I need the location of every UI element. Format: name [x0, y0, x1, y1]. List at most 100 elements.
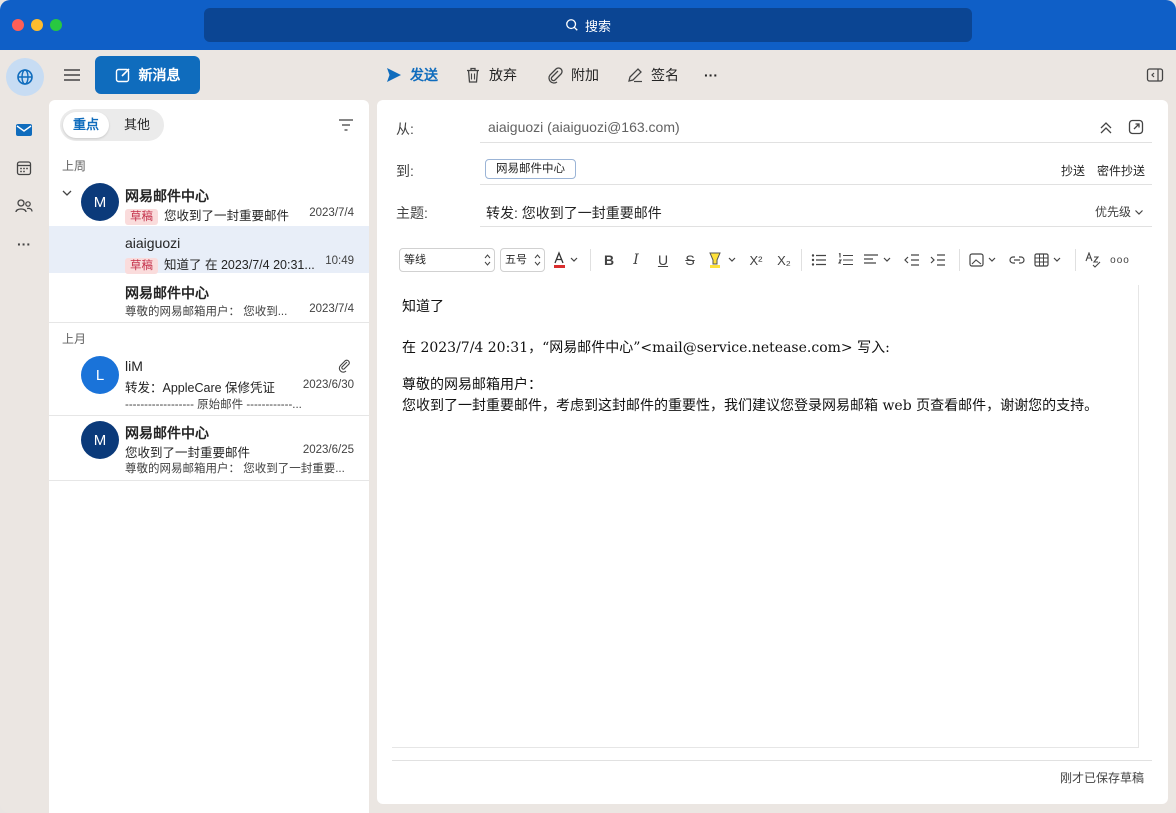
zoom-window-button[interactable] [50, 19, 62, 31]
table-icon [1034, 253, 1061, 267]
tab-other[interactable]: 其他 [114, 112, 160, 138]
list-item[interactable]: M 网易邮件中心 您收到了一封重要邮件 2023/6/25 尊敬的网易邮箱用户：… [49, 416, 369, 480]
calendar-app-button[interactable] [14, 158, 34, 178]
new-message-button[interactable]: 新消息 [95, 56, 200, 94]
more-actions-button[interactable]: ··· [704, 64, 718, 86]
body-line: 在 2023/7/4 20:31，“网易邮件中心”<mail@service.n… [402, 340, 890, 356]
underline-icon: U [657, 252, 669, 268]
superscript-button[interactable]: X² [747, 251, 765, 269]
highlight-button[interactable] [707, 251, 739, 269]
bcc-button[interactable]: 密件抄送 [1097, 162, 1145, 179]
align-button[interactable] [863, 251, 895, 269]
insert-table-button[interactable] [1034, 251, 1066, 269]
divider [480, 226, 1152, 227]
divider [590, 249, 591, 271]
decrease-indent-button[interactable] [903, 251, 921, 269]
globe-app-button[interactable] [6, 58, 44, 96]
list-item[interactable]: M 网易邮件中心 草稿 您收到了一封重要邮件 2023/7/4 [49, 177, 369, 225]
discard-button[interactable]: 放弃 [464, 64, 517, 86]
tab-focused[interactable]: 重点 [63, 112, 109, 138]
chevron-up-double-icon[interactable] [1098, 120, 1114, 136]
subscript-button[interactable]: X₂ [775, 251, 793, 269]
subscript-icon: X₂ [777, 252, 791, 268]
insert-link-button[interactable] [1008, 251, 1026, 269]
save-status: 刚才已保存草稿 [1059, 771, 1144, 785]
picture-icon [969, 253, 996, 267]
send-button[interactable]: 发送 [385, 64, 438, 86]
font-name-select[interactable]: 等线 [399, 248, 495, 272]
strikethrough-button[interactable]: S [681, 251, 699, 269]
paperclip-icon [548, 67, 563, 84]
compose-pane: 从: aiaiguozi (aiaiguozi@163.com) 到: 网易邮件… [377, 100, 1168, 804]
numbered-list-button[interactable] [837, 251, 855, 269]
list-item[interactable]: aiaiguozi 草稿 知道了 在 2023/7/4 20:31... 10:4… [49, 226, 369, 274]
chevron-down-icon[interactable] [61, 187, 73, 199]
bullet-list-icon [811, 254, 826, 266]
recipient-chip[interactable]: 网易邮件中心 [485, 159, 576, 179]
cc-button[interactable]: 抄送 [1061, 162, 1085, 179]
chevron-down-icon [1135, 209, 1143, 215]
mail-date: 2023/6/25 [302, 444, 354, 456]
mail-subject: 您收到了一封重要邮件 [164, 209, 290, 223]
underline-button[interactable]: U [654, 251, 672, 269]
priority-dropdown[interactable]: 优先级 [1095, 203, 1144, 220]
avatar: M [81, 183, 119, 221]
send-icon [387, 68, 401, 82]
people-icon [15, 199, 33, 213]
mail-sender: liM [125, 358, 143, 374]
divider [1075, 249, 1076, 271]
increase-indent-button[interactable] [929, 251, 947, 269]
spelling-button[interactable] [1084, 251, 1102, 269]
mail-sender: 网易邮件中心 [125, 285, 209, 301]
mail-date: 2023/7/4 [309, 303, 354, 315]
compose-icon [115, 68, 130, 83]
mail-app-button[interactable] [14, 120, 34, 140]
signature-button[interactable]: 签名 [626, 64, 679, 86]
bold-icon: B [603, 252, 615, 268]
insert-picture-button[interactable] [969, 251, 1001, 269]
decrease-indent-icon [904, 254, 919, 266]
more-apps-button[interactable]: ··· [14, 234, 34, 254]
collapse-pane-icon[interactable] [1146, 66, 1164, 84]
more-format-button[interactable]: ooo [1110, 251, 1130, 269]
body-line: 您收到了一封重要邮件，考虑到这封邮件的重要性，我们建议您登录网易邮箱 web 页… [402, 398, 1099, 414]
divider [392, 760, 1152, 761]
font-color-button[interactable] [552, 251, 582, 269]
search-box[interactable]: 搜索 [204, 8, 972, 42]
app-rail: ··· [0, 50, 48, 813]
divider [49, 322, 369, 323]
mail-subject: 知道了 在 2023/7/4 20:31... [164, 258, 315, 272]
mail-date: 10:49 [325, 255, 354, 267]
mail-subject-line: 草稿 您收到了一封重要邮件 [125, 205, 305, 225]
updown-icon [484, 254, 491, 266]
pen-icon [628, 68, 642, 83]
priority-label: 优先级 [1094, 205, 1131, 219]
close-window-button[interactable] [12, 19, 24, 31]
group-header-last-week: 上周 [62, 159, 87, 173]
more-actions-label: ··· [704, 67, 718, 83]
filter-icon[interactable] [337, 117, 355, 133]
mail-sender: 网易邮件中心 [125, 425, 209, 441]
from-field[interactable]: aiaiguozi (aiaiguozi@163.com) [488, 119, 680, 135]
people-app-button[interactable] [14, 196, 34, 216]
subject-label: 主题: [396, 205, 428, 221]
divider [49, 480, 369, 481]
font-size-value: 五号 [505, 254, 527, 266]
to-label: 到: [396, 163, 414, 179]
attach-button[interactable]: 附加 [546, 64, 599, 86]
list-item[interactable]: L liM 转发：AppleCare 保修凭证 2023/6/30 ------… [49, 348, 369, 415]
bullet-list-button[interactable] [810, 251, 828, 269]
message-body-editor[interactable]: 知道了 在 2023/7/4 20:31，“网易邮件中心”<mail@servi… [392, 285, 1139, 748]
pop-out-icon[interactable] [1128, 119, 1144, 135]
hamburger-menu-icon[interactable] [62, 65, 82, 85]
font-size-select[interactable]: 五号 [500, 248, 545, 272]
avatar: M [81, 421, 119, 459]
subject-field[interactable]: 转发: 您收到了一封重要邮件 [486, 203, 662, 223]
italic-button[interactable]: I [627, 251, 645, 269]
updown-icon [534, 254, 541, 266]
bold-button[interactable]: B [600, 251, 618, 269]
list-item[interactable]: 网易邮件中心 尊敬的网易邮箱用户： 您收到... 2023/7/4 [49, 274, 369, 322]
outlook-window: 搜索 ··· 新消息 发送 放弃 附加 签名 ··· 重点 其他 上周 M 网易… [0, 0, 1176, 813]
minimize-window-button[interactable] [31, 19, 43, 31]
mail-subject: 您收到了一封重要邮件 [125, 446, 251, 460]
